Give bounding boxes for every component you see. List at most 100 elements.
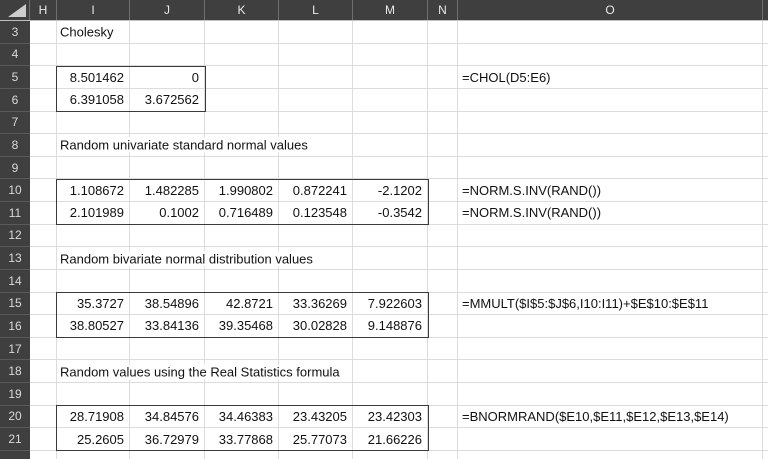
cell[interactable] — [279, 21, 353, 44]
cell[interactable] — [205, 224, 279, 248]
cell[interactable] — [353, 450, 428, 459]
cell[interactable] — [763, 179, 768, 202]
cell[interactable] — [30, 202, 57, 225]
row-header-15[interactable]: 15 — [0, 292, 30, 316]
cell[interactable] — [353, 156, 428, 180]
col-header-P-sliver[interactable] — [763, 0, 768, 20]
formula-cell-O20[interactable]: =BNORMRAND($E10,$E11,$E12,$E13,$E14) — [458, 405, 763, 429]
cell[interactable] — [428, 450, 458, 459]
cell[interactable] — [30, 450, 57, 459]
cell[interactable] — [205, 269, 279, 293]
cell[interactable] — [279, 383, 353, 406]
cell[interactable] — [428, 337, 458, 361]
cell[interactable] — [130, 450, 205, 459]
cell[interactable] — [279, 337, 353, 361]
row-header-11[interactable]: 11 — [0, 202, 30, 225]
cell[interactable] — [428, 292, 458, 316]
row-header-19[interactable]: 19 — [0, 383, 30, 406]
cell-L20[interactable]: 23.43205 — [279, 405, 353, 429]
cell[interactable] — [428, 179, 458, 202]
row-header-7[interactable]: 7 — [0, 111, 30, 135]
cell-M21[interactable]: 21.66226 — [353, 428, 428, 451]
cell[interactable] — [763, 451, 768, 459]
cell[interactable] — [130, 337, 205, 361]
cell[interactable] — [428, 360, 458, 383]
row-header-8[interactable]: 8 — [0, 134, 30, 157]
cell-L11[interactable]: 0.123548 — [279, 202, 353, 225]
col-header-K[interactable]: K — [205, 0, 279, 20]
cell[interactable] — [428, 134, 458, 157]
cell-I21[interactable]: 25.2605 — [57, 428, 130, 451]
cell[interactable] — [458, 428, 763, 451]
cell-I10[interactable]: 1.108672 — [57, 179, 130, 202]
cell[interactable] — [458, 224, 763, 248]
cell[interactable] — [57, 43, 130, 67]
cell[interactable] — [205, 66, 279, 89]
row-header-17[interactable]: 17 — [0, 337, 30, 361]
cell[interactable] — [763, 21, 768, 44]
cell[interactable] — [763, 112, 768, 135]
cell-I20[interactable]: 28.71908 — [57, 405, 130, 429]
cell[interactable] — [353, 43, 428, 67]
cell[interactable] — [428, 202, 458, 225]
select-all-corner[interactable] — [0, 0, 30, 20]
col-header-M[interactable]: M — [353, 0, 428, 20]
cell[interactable] — [763, 44, 768, 67]
cell-L10[interactable]: 0.872241 — [279, 179, 353, 202]
cell[interactable] — [30, 21, 57, 44]
cell[interactable] — [458, 88, 763, 112]
cell[interactable] — [30, 88, 57, 112]
cell-M16[interactable]: 9.148876 — [353, 315, 428, 338]
row-header-14[interactable]: 14 — [0, 269, 30, 293]
formula-cell-O5[interactable]: =CHOL(D5:E6) — [458, 66, 763, 89]
cell[interactable] — [428, 247, 458, 270]
cell[interactable] — [205, 156, 279, 180]
cell[interactable] — [30, 292, 57, 316]
cell-J15[interactable]: 38.54896 — [130, 292, 205, 316]
cell[interactable] — [763, 89, 768, 112]
cell[interactable] — [279, 88, 353, 112]
col-header-O[interactable]: O — [458, 0, 763, 20]
cell[interactable] — [30, 156, 57, 180]
cell-M15[interactable]: 7.922603 — [353, 292, 428, 316]
cell[interactable] — [763, 225, 768, 248]
cell[interactable] — [428, 43, 458, 67]
row-header-22[interactable] — [0, 450, 30, 459]
cell[interactable] — [458, 269, 763, 293]
cell-K20[interactable]: 34.46383 — [205, 405, 279, 429]
cell[interactable] — [57, 337, 130, 361]
cell[interactable] — [57, 156, 130, 180]
row-header-10[interactable]: 10 — [0, 179, 30, 202]
cell[interactable] — [458, 360, 763, 383]
cell[interactable] — [458, 111, 763, 135]
cell[interactable] — [130, 224, 205, 248]
cell[interactable] — [428, 315, 458, 338]
cell[interactable] — [763, 157, 768, 180]
cell[interactable] — [428, 383, 458, 406]
cell-J10[interactable]: 1.482285 — [130, 179, 205, 202]
cell-M10[interactable]: -2.1202 — [353, 179, 428, 202]
cell-L16[interactable]: 30.02828 — [279, 315, 353, 338]
cell[interactable] — [763, 315, 768, 338]
cell-K11[interactable]: 0.716489 — [205, 202, 279, 225]
cell[interactable] — [130, 383, 205, 406]
row-header-21[interactable]: 21 — [0, 428, 30, 451]
cell[interactable] — [353, 66, 428, 89]
cell-K16[interactable]: 39.35468 — [205, 315, 279, 338]
row-header-18[interactable]: 18 — [0, 360, 30, 383]
cell[interactable] — [30, 315, 57, 338]
cell[interactable] — [353, 360, 428, 383]
row-header-9[interactable]: 9 — [0, 156, 30, 180]
cell[interactable] — [428, 66, 458, 89]
row-header-12[interactable]: 12 — [0, 224, 30, 248]
cell[interactable] — [458, 337, 763, 361]
cell[interactable] — [30, 43, 57, 67]
row-header-16[interactable]: 16 — [0, 315, 30, 338]
cell[interactable] — [763, 202, 768, 225]
cell[interactable] — [57, 224, 130, 248]
cell[interactable] — [205, 21, 279, 44]
cell[interactable] — [353, 269, 428, 293]
cell-L15[interactable]: 33.36269 — [279, 292, 353, 316]
cell[interactable] — [763, 270, 768, 293]
row-header-3[interactable]: 3 — [0, 21, 30, 44]
